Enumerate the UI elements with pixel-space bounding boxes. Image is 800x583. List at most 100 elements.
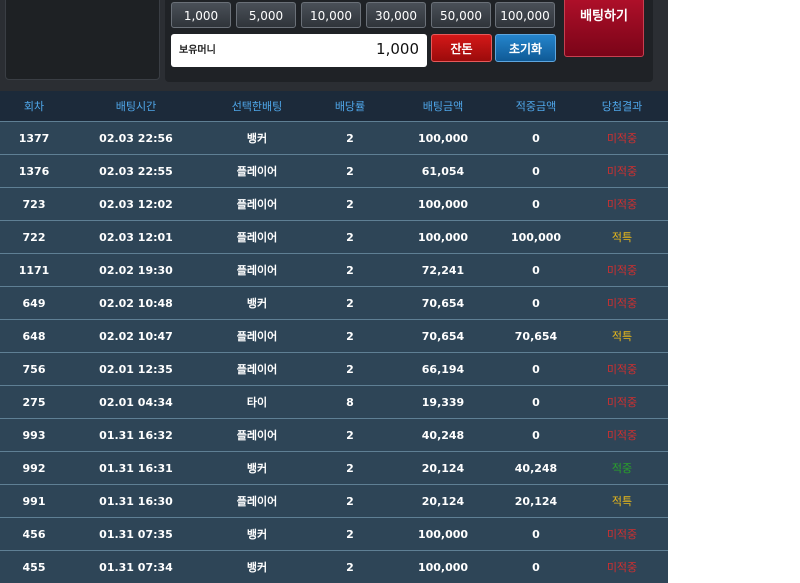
cell-result: 적특 (576, 485, 668, 518)
cell-bet-amount: 70,654 (390, 320, 496, 353)
cell-time: 01.31 16:31 (68, 452, 204, 485)
cell-round: 756 (0, 353, 68, 386)
place-bet-button[interactable]: 배팅하기 (564, 0, 644, 57)
cell-round: 649 (0, 287, 68, 320)
chip-button[interactable]: 100,000 (495, 2, 555, 28)
cell-time: 02.03 22:55 (68, 155, 204, 188)
cell-result: 적중 (576, 452, 668, 485)
cell-time: 01.31 07:34 (68, 551, 204, 583)
cell-win-amount: 0 (496, 254, 576, 287)
cell-win-amount: 100,000 (496, 221, 576, 254)
chip-button[interactable]: 1,000 (171, 2, 231, 28)
cell-win-amount: 0 (496, 386, 576, 419)
cell-choice: 플레이어 (204, 221, 310, 254)
cell-odds: 2 (310, 419, 390, 452)
chip-button[interactable]: 50,000 (431, 2, 491, 28)
cell-round: 275 (0, 386, 68, 419)
table-row: 72202.03 12:01플레이어2100,000100,000적특 (0, 221, 668, 254)
cell-time: 02.01 04:34 (68, 386, 204, 419)
table-row: 45501.31 07:34뱅커2100,0000미적중 (0, 551, 668, 583)
cell-result: 미적중 (576, 551, 668, 583)
betting-panel: 1,000 5,000 10,000 30,000 50,000 100,000… (0, 0, 668, 91)
table-row: 99201.31 16:31뱅커220,12440,248적중 (0, 452, 668, 485)
cell-odds: 2 (310, 221, 390, 254)
cell-odds: 2 (310, 353, 390, 386)
cell-choice: 뱅커 (204, 551, 310, 583)
money-label: 보유머니 (179, 41, 216, 56)
cell-round: 723 (0, 188, 68, 221)
cell-odds: 2 (310, 287, 390, 320)
column-header-win-amount: 적중금액 (496, 91, 576, 122)
column-header-time: 배팅시간 (68, 91, 204, 122)
cell-round: 722 (0, 221, 68, 254)
cell-bet-amount: 40,248 (390, 419, 496, 452)
cell-odds: 2 (310, 452, 390, 485)
cell-win-amount: 0 (496, 518, 576, 551)
cell-choice: 뱅커 (204, 518, 310, 551)
table-header-row: 회차 배팅시간 선택한배팅 배당률 배팅금액 적중금액 당첨결과 (0, 91, 668, 122)
table-row: 72302.03 12:02플레이어2100,0000미적중 (0, 188, 668, 221)
cell-choice: 플레이어 (204, 155, 310, 188)
cell-round: 991 (0, 485, 68, 518)
cell-choice: 플레이어 (204, 188, 310, 221)
cell-win-amount: 20,124 (496, 485, 576, 518)
cell-win-amount: 0 (496, 419, 576, 452)
cell-win-amount: 0 (496, 551, 576, 583)
cell-choice: 타이 (204, 386, 310, 419)
cell-win-amount: 0 (496, 353, 576, 386)
cell-round: 1171 (0, 254, 68, 287)
cell-time: 01.31 16:30 (68, 485, 204, 518)
money-display: 보유머니 1,000 (171, 34, 427, 67)
cell-round: 993 (0, 419, 68, 452)
cell-choice: 플레이어 (204, 320, 310, 353)
cell-result: 미적중 (576, 254, 668, 287)
cell-odds: 2 (310, 485, 390, 518)
column-header-result: 당첨결과 (576, 91, 668, 122)
cell-result: 적특 (576, 221, 668, 254)
cell-time: 02.02 19:30 (68, 254, 204, 287)
chip-button[interactable]: 5,000 (236, 2, 296, 28)
cell-bet-amount: 100,000 (390, 122, 496, 155)
column-header-round: 회차 (0, 91, 68, 122)
reset-button[interactable]: 초기화 (495, 34, 556, 62)
cell-bet-amount: 100,000 (390, 551, 496, 583)
money-value: 1,000 (376, 40, 419, 58)
cell-choice: 플레이어 (204, 485, 310, 518)
table-row: 137702.03 22:56뱅커2100,0000미적중 (0, 122, 668, 155)
cell-choice: 뱅커 (204, 122, 310, 155)
cell-odds: 8 (310, 386, 390, 419)
table-body: 137702.03 22:56뱅커2100,0000미적중137602.03 2… (0, 122, 668, 583)
cell-bet-amount: 66,194 (390, 353, 496, 386)
chip-button[interactable]: 30,000 (366, 2, 426, 28)
cell-bet-amount: 61,054 (390, 155, 496, 188)
cell-bet-amount: 70,654 (390, 287, 496, 320)
cell-choice: 뱅커 (204, 287, 310, 320)
cell-round: 1377 (0, 122, 68, 155)
change-button[interactable]: 잔돈 (431, 34, 492, 62)
cell-time: 02.03 12:02 (68, 188, 204, 221)
cell-round: 455 (0, 551, 68, 583)
table-row: 64802.02 10:47플레이어270,65470,654적특 (0, 320, 668, 353)
cell-time: 02.02 10:48 (68, 287, 204, 320)
cell-result: 미적중 (576, 155, 668, 188)
cell-time: 02.03 12:01 (68, 221, 204, 254)
cell-result: 미적중 (576, 386, 668, 419)
cell-time: 01.31 07:35 (68, 518, 204, 551)
cell-round: 1376 (0, 155, 68, 188)
chip-button[interactable]: 10,000 (301, 2, 361, 28)
column-header-odds: 배당률 (310, 91, 390, 122)
table-row: 64902.02 10:48뱅커270,6540미적중 (0, 287, 668, 320)
table-row: 117102.02 19:30플레이어272,2410미적중 (0, 254, 668, 287)
cell-choice: 뱅커 (204, 452, 310, 485)
cell-result: 적특 (576, 320, 668, 353)
cell-odds: 2 (310, 254, 390, 287)
cell-result: 미적중 (576, 419, 668, 452)
cell-odds: 2 (310, 188, 390, 221)
cell-odds: 2 (310, 320, 390, 353)
cell-round: 992 (0, 452, 68, 485)
cell-bet-amount: 100,000 (390, 221, 496, 254)
table-row: 75602.01 12:35플레이어266,1940미적중 (0, 353, 668, 386)
cell-bet-amount: 72,241 (390, 254, 496, 287)
table-row: 99301.31 16:32플레이어240,2480미적중 (0, 419, 668, 452)
cell-round: 648 (0, 320, 68, 353)
